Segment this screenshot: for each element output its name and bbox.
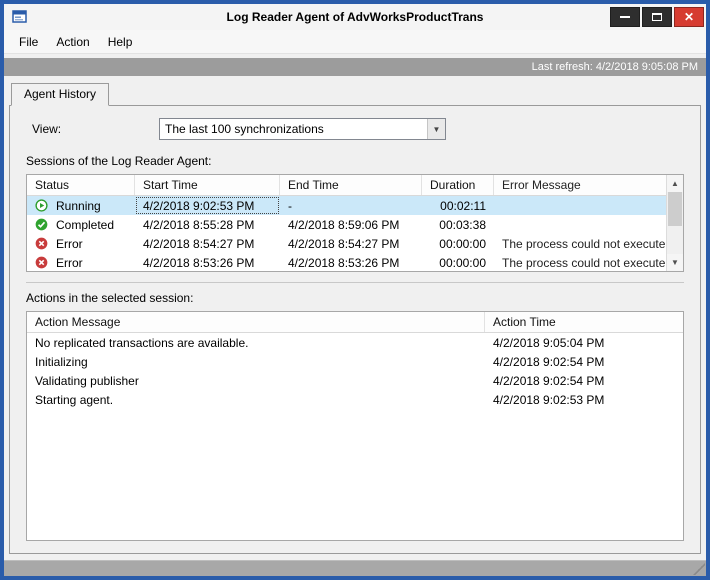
action-time: 4/2/2018 9:05:04 PM	[493, 335, 605, 350]
action-message: Initializing	[35, 354, 88, 369]
session-row[interactable]: Error 4/2/2018 8:54:27 PM 4/2/2018 8:54:27…	[27, 234, 666, 253]
scroll-down-icon[interactable]: ▼	[667, 254, 683, 271]
tab-agent-history[interactable]: Agent History	[11, 83, 110, 106]
column-header-duration[interactable]: Duration	[422, 175, 494, 195]
session-duration: 00:00:00	[439, 255, 486, 270]
close-button[interactable]: ✕	[674, 7, 704, 27]
session-row[interactable]: Running 4/2/2018 9:02:53 PM - 00:02:11	[27, 196, 666, 215]
running-icon	[35, 199, 49, 212]
session-start-time: 4/2/2018 9:02:53 PM	[135, 196, 280, 215]
menu-item-help[interactable]: Help	[99, 32, 142, 52]
scrollbar-thumb[interactable]	[668, 192, 682, 226]
action-message: No replicated transactions are available…	[35, 335, 249, 350]
action-message: Validating publisher	[35, 373, 139, 388]
session-status-label: Completed	[56, 217, 115, 232]
action-row[interactable]: Validating publisher 4/2/2018 9:02:54 PM	[27, 371, 683, 390]
session-status-label: Error	[56, 255, 83, 270]
column-header-error-message[interactable]: Error Message	[494, 175, 666, 195]
action-row[interactable]: Starting agent. 4/2/2018 9:02:53 PM	[27, 390, 683, 409]
error-icon	[35, 237, 49, 250]
sessions-tbody: Running 4/2/2018 9:02:53 PM - 00:02:11 Compl…	[27, 196, 666, 271]
sessions-table: Status Start Time End Time Duration Erro…	[26, 174, 684, 272]
action-time: 4/2/2018 9:02:54 PM	[493, 354, 605, 369]
session-duration: 00:03:38	[439, 217, 486, 232]
session-status-label: Running	[56, 198, 101, 213]
scroll-up-icon[interactable]: ▲	[667, 175, 683, 192]
column-header-action-message[interactable]: Action Message	[27, 312, 485, 332]
actions-table-header: Action Message Action Time	[27, 312, 683, 333]
menu-item-action[interactable]: Action	[47, 32, 98, 52]
session-error-message	[494, 215, 666, 234]
session-row[interactable]: Error 4/2/2018 8:53:26 PM 4/2/2018 8:53:26…	[27, 253, 666, 271]
action-row[interactable]: Initializing 4/2/2018 9:02:54 PM	[27, 352, 683, 371]
session-status-cell: Completed	[27, 215, 135, 234]
menu-bar: File Action Help	[4, 30, 706, 54]
caption-buttons: ✕	[610, 7, 704, 27]
action-row[interactable]: No replicated transactions are available…	[27, 333, 683, 352]
view-combobox-value: The last 100 synchronizations	[165, 122, 324, 136]
sessions-table-main: Status Start Time End Time Duration Erro…	[27, 175, 666, 271]
agent-history-page: View: The last 100 synchronizations ▼ Se…	[9, 105, 701, 554]
session-end-time: 4/2/2018 8:54:27 PM	[288, 236, 400, 251]
error-icon	[35, 256, 49, 269]
view-label: View:	[32, 122, 62, 136]
sessions-heading: Sessions of the Log Reader Agent:	[26, 154, 212, 168]
chevron-down-icon[interactable]: ▼	[427, 119, 445, 139]
section-divider	[26, 282, 684, 283]
session-duration: 00:00:00	[439, 236, 486, 251]
minimize-button[interactable]	[610, 7, 640, 27]
refresh-strip: Last refresh: 4/2/2018 9:05:08 PM	[4, 58, 706, 76]
action-time: 4/2/2018 9:02:54 PM	[493, 373, 605, 388]
session-status-cell: Error	[27, 253, 135, 271]
actions-table-main: Action Message Action Time No replicated…	[27, 312, 683, 540]
session-status-label: Error	[56, 236, 83, 251]
content-area: Agent History View: The last 100 synchro…	[4, 76, 706, 560]
column-header-end-time[interactable]: End Time	[280, 175, 422, 195]
maximize-icon	[652, 13, 662, 21]
menu-item-file[interactable]: File	[10, 32, 47, 52]
column-header-start-time[interactable]: Start Time	[135, 175, 280, 195]
session-error-message: The process could not execute '...	[502, 236, 666, 251]
session-status-cell: Running	[27, 196, 135, 215]
column-header-status[interactable]: Status	[27, 175, 135, 195]
tab-row: Agent History	[9, 82, 701, 106]
window-title: Log Reader Agent of AdvWorksProductTrans	[226, 10, 484, 24]
last-refresh-text: Last refresh: 4/2/2018 9:05:08 PM	[531, 61, 698, 73]
session-error-message	[494, 196, 666, 215]
sessions-table-header: Status Start Time End Time Duration Erro…	[27, 175, 666, 196]
session-status-cell: Error	[27, 234, 135, 253]
app-icon	[12, 9, 28, 25]
sessions-scrollbar[interactable]: ▲ ▼	[666, 175, 683, 271]
session-end-time: -	[288, 198, 292, 213]
status-bar	[4, 560, 706, 576]
actions-table: Action Message Action Time No replicated…	[26, 311, 684, 541]
actions-tbody: No replicated transactions are available…	[27, 333, 683, 540]
action-time: 4/2/2018 9:02:53 PM	[493, 392, 605, 407]
session-end-time: 4/2/2018 8:53:26 PM	[288, 255, 400, 270]
session-start-time: 4/2/2018 8:55:28 PM	[143, 217, 255, 232]
actions-heading: Actions in the selected session:	[26, 291, 194, 305]
session-row[interactable]: Completed 4/2/2018 8:55:28 PM 4/2/2018 8:5…	[27, 215, 666, 234]
session-start-time: 4/2/2018 8:54:27 PM	[143, 236, 255, 251]
session-start-time: 4/2/2018 8:53:26 PM	[143, 255, 255, 270]
column-header-action-time[interactable]: Action Time	[485, 312, 683, 332]
log-reader-agent-window: Log Reader Agent of AdvWorksProductTrans…	[0, 0, 710, 580]
scrollbar-track[interactable]	[667, 192, 683, 254]
session-end-time: 4/2/2018 8:59:06 PM	[288, 217, 400, 232]
minimize-icon	[620, 16, 630, 18]
resize-grip[interactable]	[693, 563, 705, 575]
completed-icon	[35, 218, 49, 231]
session-duration: 00:02:11	[440, 198, 486, 213]
view-row: View: The last 100 synchronizations ▼	[32, 118, 684, 140]
title-bar[interactable]: Log Reader Agent of AdvWorksProductTrans…	[4, 4, 706, 30]
view-combobox[interactable]: The last 100 synchronizations ▼	[159, 118, 446, 140]
close-icon: ✕	[683, 10, 695, 24]
maximize-button[interactable]	[642, 7, 672, 27]
action-message: Starting agent.	[35, 392, 114, 407]
session-error-message: The process could not execute '...	[502, 255, 666, 270]
